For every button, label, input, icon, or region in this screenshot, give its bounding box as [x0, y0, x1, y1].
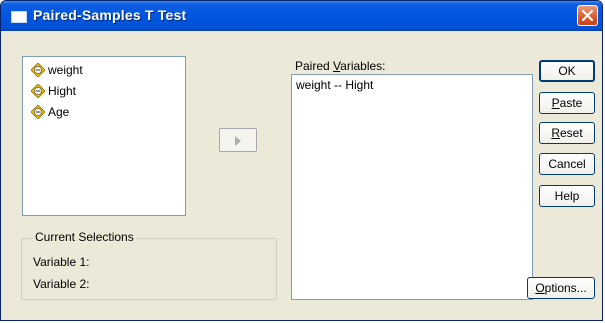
reset-button[interactable]: Reset: [539, 122, 595, 144]
dialog-title: Paired-Samples T Test: [33, 7, 187, 23]
variable-label: Age: [48, 105, 70, 119]
options-button[interactable]: Options...: [527, 277, 595, 299]
scale-variable-icon: [31, 84, 45, 98]
paired-item[interactable]: weight -- Hight: [296, 78, 373, 92]
title-bar[interactable]: Paired-Samples T Test: [1, 1, 602, 31]
scale-variable-icon: [31, 105, 45, 119]
help-button[interactable]: Help: [539, 185, 595, 207]
list-item-hight[interactable]: Hight: [31, 83, 76, 99]
close-button[interactable]: [577, 5, 598, 26]
variable1-label: Variable 1:: [33, 255, 90, 269]
list-item-weight[interactable]: weight: [31, 62, 83, 78]
scale-variable-icon: [31, 63, 45, 77]
current-selections-title: Current Selections: [33, 230, 136, 244]
paired-samples-dialog: Paired-Samples T Test weight Hight Age C…: [0, 0, 603, 321]
close-icon: [582, 10, 593, 21]
move-to-paired-button[interactable]: [219, 128, 257, 152]
paired-variables-list[interactable]: weight -- Hight: [291, 74, 533, 300]
right-arrow-icon: [235, 136, 241, 146]
source-variable-list[interactable]: weight Hight Age: [22, 56, 186, 216]
cancel-button[interactable]: Cancel: [539, 153, 595, 175]
variable2-label: Variable 2:: [33, 277, 90, 291]
list-item-age[interactable]: Age: [31, 104, 69, 120]
ok-button[interactable]: OK: [539, 60, 595, 82]
window-icon: [11, 11, 27, 23]
variable-label: Hight: [48, 84, 77, 98]
paired-variables-label: Paired Variables:: [295, 59, 386, 73]
variable-label: weight: [48, 63, 83, 77]
paste-button[interactable]: Paste: [539, 92, 595, 114]
